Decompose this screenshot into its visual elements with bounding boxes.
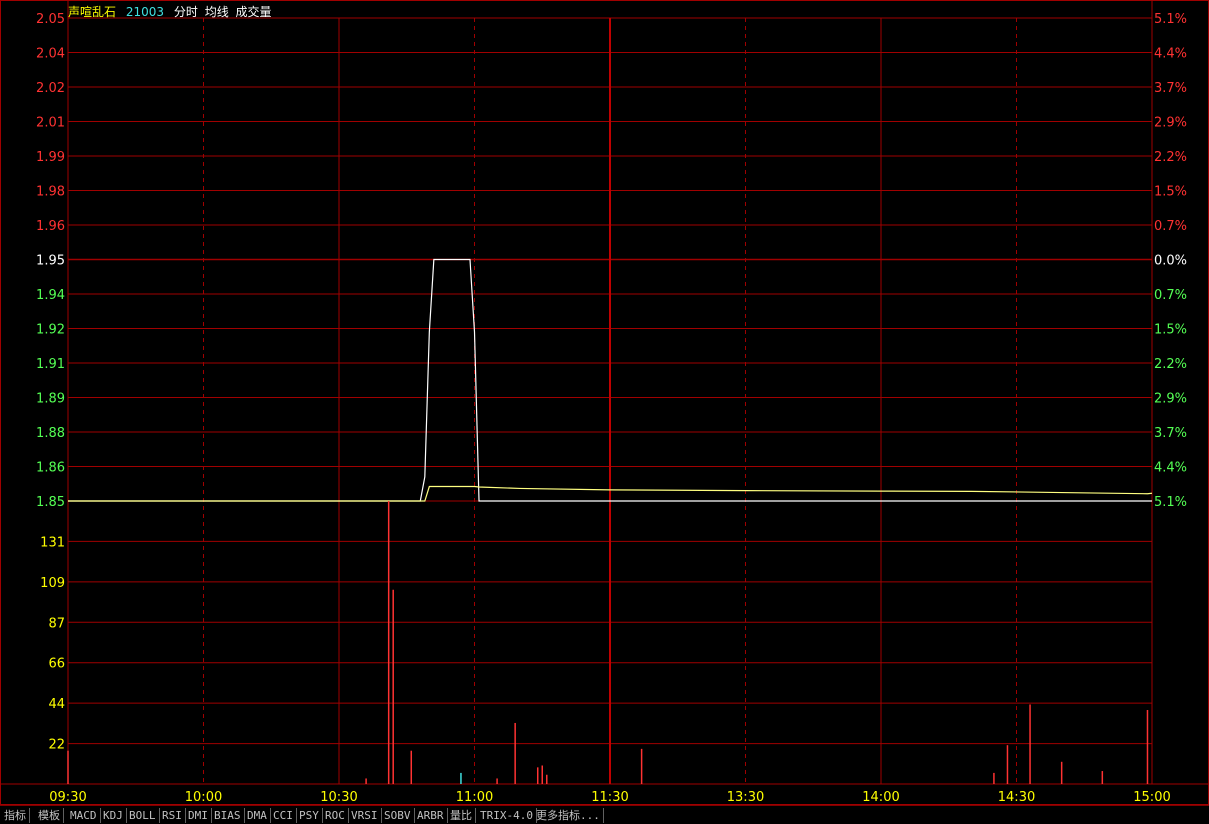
volume-tick-label: 22 — [48, 738, 65, 753]
tab-6[interactable]: DMI — [185, 808, 212, 823]
intraday-chart[interactable]: 2.05 5.1% 2.04 4.4% 2.02 3.7% 2.01 2.9% 1.99 2.2%… — [0, 0, 1209, 805]
tab-8[interactable]: DMA — [244, 808, 271, 823]
percent-tick-label: 2.9% — [1154, 392, 1187, 407]
volume-tick-label: 109 — [40, 576, 65, 591]
stock-name: 声喧乱石 — [68, 5, 117, 19]
chart-header: 声喧乱石 21003 分时 均线 成交量 — [68, 3, 278, 20]
time-tick-label: 10:00 — [185, 790, 222, 805]
percent-tick-label: 5.1% — [1154, 12, 1187, 27]
tab-17[interactable]: 更多指标... — [533, 808, 604, 823]
percent-tick-label: 0.7% — [1154, 288, 1187, 303]
price-tick-label: 1.88 — [36, 426, 65, 441]
price-tick-label: 1.85 — [36, 495, 65, 510]
volume-tick-label: 87 — [48, 616, 65, 631]
price-tick-label: 1.91 — [36, 357, 65, 372]
stock-code: 21003 — [125, 5, 165, 19]
time-tick-label: 14:30 — [998, 790, 1035, 805]
price-tick-label: 1.95 — [36, 254, 65, 269]
price-tick-label: 2.04 — [36, 47, 65, 62]
tab-3[interactable]: KDJ — [100, 808, 127, 823]
tab-1[interactable]: 模板 — [35, 808, 64, 823]
time-tick-label: 15:00 — [1133, 790, 1170, 805]
percent-tick-label: 2.9% — [1154, 116, 1187, 131]
time-tick-label: 11:00 — [456, 790, 493, 805]
volume-tick-label: 44 — [48, 697, 65, 712]
tab-10[interactable]: PSY — [296, 808, 323, 823]
tab-0[interactable]: 指标 — [1, 808, 30, 823]
tab-12[interactable]: VRSI — [348, 808, 382, 823]
avg-label: 均线 — [204, 5, 229, 19]
tab-2[interactable]: MACD — [67, 808, 101, 823]
price-tick-label: 1.98 — [36, 185, 65, 200]
time-tick-label: 09:30 — [49, 790, 86, 805]
indicator-tab-bar: 指标 模板 MACD KDJ BOLL RSI DMI BIAS DMA CCI PSY ROC VRS… — [0, 805, 1209, 824]
tab-4[interactable]: BOLL — [126, 808, 160, 823]
tab-14[interactable]: ARBR — [414, 808, 448, 823]
percent-tick-label: 4.4% — [1154, 461, 1187, 476]
time-tick-label: 11:30 — [591, 790, 628, 805]
percent-tick-label: 2.2% — [1154, 150, 1187, 165]
price-tick-label: 2.01 — [36, 116, 65, 131]
tab-7[interactable]: BIAS — [211, 808, 245, 823]
price-tick-label: 1.96 — [36, 219, 65, 234]
price-tick-label: 1.99 — [36, 150, 65, 165]
price-tick-label: 1.94 — [36, 288, 65, 303]
price-tick-label: 1.86 — [36, 461, 65, 476]
time-tick-label: 13:30 — [727, 790, 764, 805]
price-tick-label: 2.05 — [36, 12, 65, 27]
percent-tick-label: 5.1% — [1154, 495, 1187, 510]
tab-16[interactable]: TRIX-4.0 — [477, 808, 537, 823]
percent-tick-label: 1.5% — [1154, 185, 1187, 200]
percent-tick-label: 3.7% — [1154, 81, 1187, 96]
minute-label: 分时 — [173, 5, 198, 19]
volume-tick-label: 131 — [40, 535, 65, 550]
percent-tick-label: 4.4% — [1154, 47, 1187, 62]
tab-15[interactable]: 量比 — [447, 808, 476, 823]
tab-11[interactable]: ROC — [322, 808, 349, 823]
price-tick-label: 1.92 — [36, 323, 65, 338]
percent-tick-label: 0.7% — [1154, 219, 1187, 234]
time-tick-label: 14:00 — [862, 790, 899, 805]
percent-tick-label: 2.2% — [1154, 357, 1187, 372]
price-tick-label: 2.02 — [36, 81, 65, 96]
volume-tick-label: 66 — [48, 657, 65, 672]
tab-13[interactable]: SOBV — [381, 808, 415, 823]
percent-tick-label: 1.5% — [1154, 323, 1187, 338]
time-tick-label: 10:30 — [320, 790, 357, 805]
tab-9[interactable]: CCI — [270, 808, 297, 823]
volume-label: 成交量 — [235, 5, 272, 19]
percent-tick-label: 3.7% — [1154, 426, 1187, 441]
price-tick-label: 1.89 — [36, 392, 65, 407]
tab-5[interactable]: RSI — [159, 808, 186, 823]
percent-tick-label: 0.0% — [1154, 254, 1187, 269]
